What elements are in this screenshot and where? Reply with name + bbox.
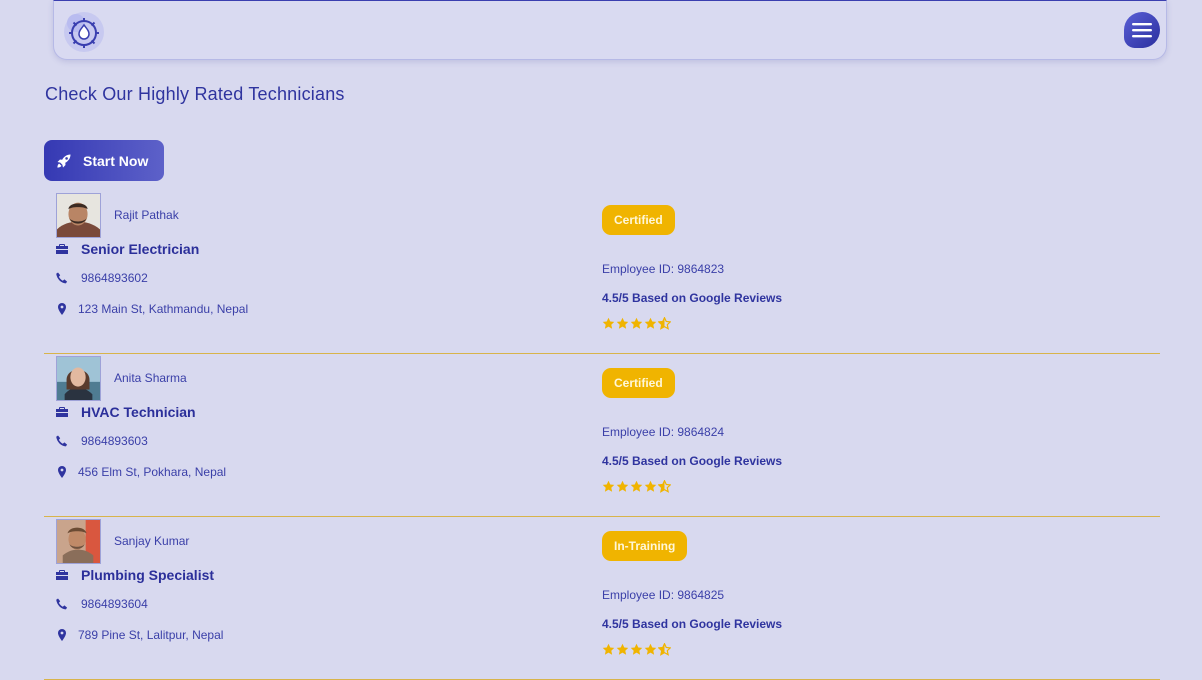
technician-role: Plumbing Specialist xyxy=(81,567,215,583)
technician-role: Senior Electrician xyxy=(81,241,200,257)
technician-phone[interactable]: 9864893604 xyxy=(81,597,148,611)
phone-icon xyxy=(56,272,68,284)
star-half-icon xyxy=(658,480,671,493)
technician-phone[interactable]: 9864893603 xyxy=(81,434,148,448)
star-half-icon xyxy=(658,643,671,656)
gear-flame-logo[interactable] xyxy=(60,9,108,55)
phone-icon xyxy=(56,435,68,447)
technician-address: 123 Main St, Kathmandu, Nepal xyxy=(78,302,249,316)
technician-name: Rajit Pathak xyxy=(114,208,179,222)
hamburger-menu-icon[interactable] xyxy=(1124,12,1160,48)
star-rating xyxy=(602,317,671,330)
technician-card: Sanjay Kumar Plumbing Specialist 9864893… xyxy=(44,517,1160,680)
review-summary: 4.5/5 Based on Google Reviews xyxy=(602,454,783,468)
phone-icon xyxy=(56,598,68,610)
technician-name: Sanjay Kumar xyxy=(114,534,190,548)
star-full-icon xyxy=(602,480,615,492)
review-summary: 4.5/5 Based on Google Reviews xyxy=(602,291,783,305)
star-full-icon xyxy=(630,480,643,492)
map-pin-icon xyxy=(58,629,66,641)
map-pin-icon xyxy=(58,466,66,478)
briefcase-icon xyxy=(56,244,68,254)
avatar xyxy=(56,519,101,564)
star-full-icon xyxy=(616,480,629,492)
start-now-label: Start Now xyxy=(83,152,149,169)
technician-address: 456 Elm St, Pokhara, Nepal xyxy=(78,465,227,479)
technician-name: Anita Sharma xyxy=(114,371,187,385)
employee-id: Employee ID: 9864823 xyxy=(602,262,725,276)
technician-role: HVAC Technician xyxy=(81,404,196,420)
avatar xyxy=(56,193,101,238)
technician-phone[interactable]: 9864893602 xyxy=(81,271,148,285)
technician-list: Rajit Pathak Senior Electrician 98648936… xyxy=(44,191,1160,680)
star-half-icon xyxy=(658,317,671,330)
status-badge: In-Training xyxy=(602,531,688,561)
star-rating xyxy=(602,480,671,493)
star-full-icon xyxy=(644,480,657,492)
employee-id: Employee ID: 9864824 xyxy=(602,425,725,439)
review-summary: 4.5/5 Based on Google Reviews xyxy=(602,617,783,631)
rocket-icon xyxy=(57,154,71,168)
star-full-icon xyxy=(616,643,629,655)
star-full-icon xyxy=(630,317,643,329)
technician-card: Rajit Pathak Senior Electrician 98648936… xyxy=(44,191,1160,354)
status-badge: Certified xyxy=(602,205,675,235)
avatar xyxy=(56,356,101,401)
start-now-button[interactable]: Start Now xyxy=(44,140,164,181)
status-badge: Certified xyxy=(602,368,675,398)
star-full-icon xyxy=(616,317,629,329)
star-full-icon xyxy=(602,317,615,329)
star-full-icon xyxy=(644,317,657,329)
briefcase-icon xyxy=(56,407,68,417)
page-title: Check Our Highly Rated Technicians xyxy=(45,84,345,104)
star-rating xyxy=(602,643,671,656)
technician-card: Anita Sharma HVAC Technician 9864893603 … xyxy=(44,354,1160,517)
employee-id: Employee ID: 9864825 xyxy=(602,588,725,602)
navbar xyxy=(53,0,1167,60)
star-full-icon xyxy=(630,643,643,655)
technician-address: 789 Pine St, Lalitpur, Nepal xyxy=(78,628,224,642)
star-full-icon xyxy=(644,643,657,655)
map-pin-icon xyxy=(58,303,66,315)
star-full-icon xyxy=(602,643,615,655)
briefcase-icon xyxy=(56,570,68,580)
